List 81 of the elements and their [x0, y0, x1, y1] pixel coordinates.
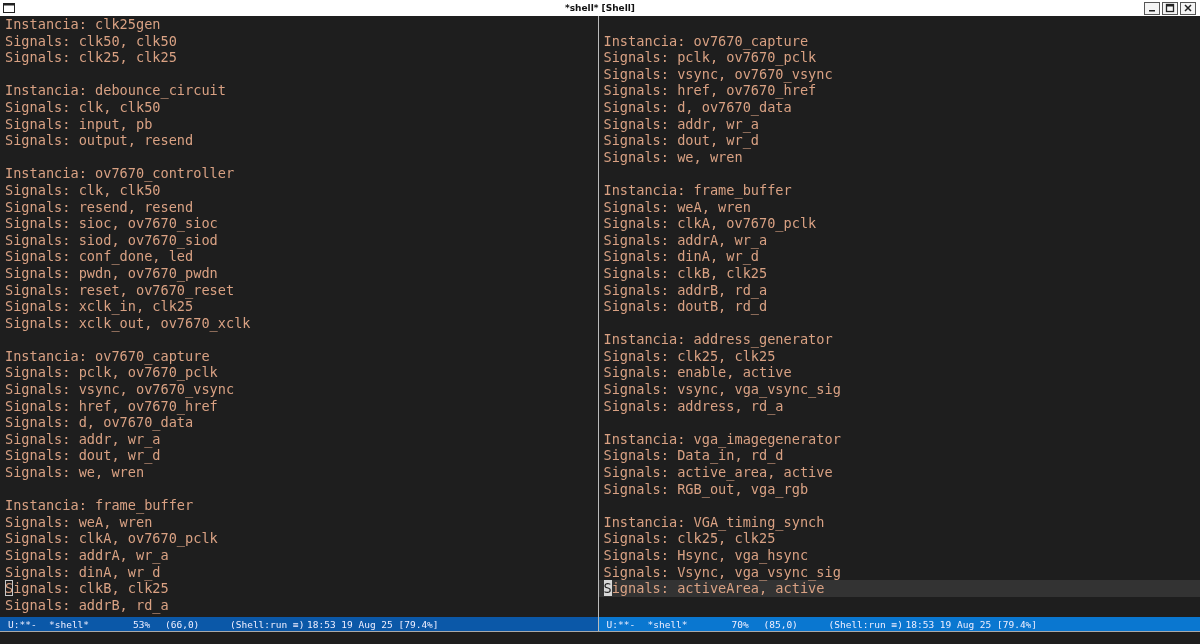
signal-line: Signals: weA, wren: [603, 198, 751, 216]
signal-line: Signals: weA, wren: [5, 513, 153, 531]
signal-line: Signals: d, ov7670_data: [5, 414, 194, 431]
signal-line: Signals: clkB, clk25: [5, 580, 170, 597]
buffer-name: *shell*: [647, 618, 689, 630]
minimize-button[interactable]: [1144, 1, 1160, 15]
clock-battery: 18:53 19 Aug 25 [79.4%]: [905, 618, 1038, 630]
window-title: *shell* [Shell]: [565, 3, 635, 13]
signal-line: Signals: enable, active: [603, 364, 793, 382]
instance-line: Instancia: ov7670_capture: [5, 347, 211, 365]
signal-line: Signals: clk25, clk25: [5, 49, 178, 66]
instance-line: Instancia: address_generator: [603, 331, 834, 348]
signal-line: Signals: clk50, clk50: [5, 32, 178, 50]
signal-line: Signals: address, rd_a: [603, 397, 784, 415]
signal-line: Signals: clk25, clk25: [603, 347, 776, 365]
maximize-icon: [1165, 3, 1175, 13]
signal-line: Signals: pclk, ov7670_pclk: [5, 364, 219, 382]
modified-state: U:**-: [8, 618, 38, 630]
minimize-icon: [1149, 10, 1155, 12]
signal-line: Signals: vsync, ov7670_vsync: [5, 381, 236, 398]
signal-line: Signals: resend, resend: [5, 198, 195, 216]
signal-line: Signals: clkA, ov7670_pclk: [603, 215, 818, 232]
buffer-name: *shell*: [49, 618, 91, 630]
signal-line: Signals: clkA, ov7670_pclk: [5, 530, 219, 547]
signal-line: Signals: addrB, rd_a: [603, 281, 769, 299]
major-mode: (Shell:run ≡): [828, 618, 904, 630]
instance-line: Instancia: debounce_circuit: [5, 82, 227, 99]
signal-line: Signals: addrA, wr_a: [5, 547, 170, 564]
signal-line: Signals: pwdn, ov7670_pwdn: [5, 264, 219, 282]
clock-battery: 18:53 19 Aug 25 [79.4%]: [307, 618, 439, 630]
scroll-position: 70%: [731, 618, 750, 630]
signal-line: Signals: dout, wr_d: [603, 132, 760, 149]
line-column: (66,0): [165, 618, 230, 630]
signal-line: Signals: dinA, wr_d: [603, 248, 759, 265]
instance-line: Instancia: VGA_timing_synch: [603, 513, 826, 531]
scroll-position: 53%: [133, 618, 152, 630]
signal-line: Signals: we, wren: [603, 148, 743, 166]
window-icon: [3, 3, 15, 13]
signal-line: Signals: d, ov7670_data: [603, 98, 792, 116]
signal-line: Signals: siod, ov7670_siod: [5, 231, 219, 249]
instance-line: Instancia: vga_imagegenerator: [603, 430, 842, 448]
signal-line: Signals: vsync, vga_vsync_sig: [603, 381, 842, 398]
signal-line: Signals: clk25, clk25: [603, 530, 776, 547]
signal-line: Signals: vsync, ov7670_vsync: [603, 65, 834, 83]
close-icon: [1183, 3, 1193, 13]
signal-line: Signals: reset, ov7670_reset: [5, 281, 236, 299]
signal-line: Signals: clk, clk50: [5, 181, 161, 199]
signal-line: Signals: xclk_in, clk25: [5, 298, 194, 315]
instance-line: Instancia: ov7670_controller: [5, 165, 236, 182]
instance-line: Instancia: ov7670_capture: [603, 32, 810, 50]
signal-line: Signals: RGB_out, vga_rgb: [603, 480, 810, 498]
signal-line: Signals: clk, clk50: [5, 98, 161, 116]
instance-line: Instancia: clk25gen: [5, 16, 162, 33]
signal-line: Signals: addr, wr_a: [5, 430, 161, 448]
signal-line: Signals: conf_done, led: [5, 248, 194, 265]
signal-line: Signals: Data_in, rd_d: [603, 447, 784, 465]
signal-line: Signals: href, ov7670_href: [5, 397, 218, 415]
signal-line: Signals: active_area, active: [603, 464, 834, 481]
signal-line: Signals: dinA, wr_d: [5, 563, 161, 581]
signal-line: Signals: dout, wr_d: [5, 447, 162, 465]
signal-line: Signals: xclk_out, ov7670_xclk: [5, 314, 252, 332]
maximize-button[interactable]: [1162, 1, 1178, 15]
signal-line: Signals: output, resend: [5, 132, 195, 149]
signal-line: Signals: input, pb: [5, 115, 154, 133]
instance-line: Instancia: frame_buffer: [603, 181, 793, 199]
close-button[interactable]: [1180, 1, 1196, 15]
signal-line: Signals: we, wren: [5, 464, 146, 481]
instance-line: Instancia: frame_buffer: [5, 497, 195, 514]
signal-line: Signals: Vsync, vga_vsync_sig: [603, 563, 842, 581]
signal-line: Signals: href, ov7670_href: [603, 82, 817, 99]
major-mode: (Shell:run ≡): [230, 618, 306, 630]
modified-state: U:**-: [606, 618, 637, 630]
signal-line: Signals: addrA, wr_a: [603, 231, 768, 249]
signal-line: Signals: sioc, ov7670_sioc: [5, 215, 219, 232]
signal-line: Signals: Hsync, vga_hsync: [603, 547, 810, 564]
signal-line: Signals: pclk, ov7670_pclk: [603, 49, 818, 66]
signal-line: Signals: addrB, rd_a: [5, 596, 170, 614]
signal-line: Signals: addr, wr_a: [603, 115, 759, 133]
line-column: (85,0): [763, 618, 829, 630]
signal-line: Signals: doutB, rd_d: [603, 298, 769, 315]
signal-line: Signals: clkB, clk25: [603, 264, 769, 282]
